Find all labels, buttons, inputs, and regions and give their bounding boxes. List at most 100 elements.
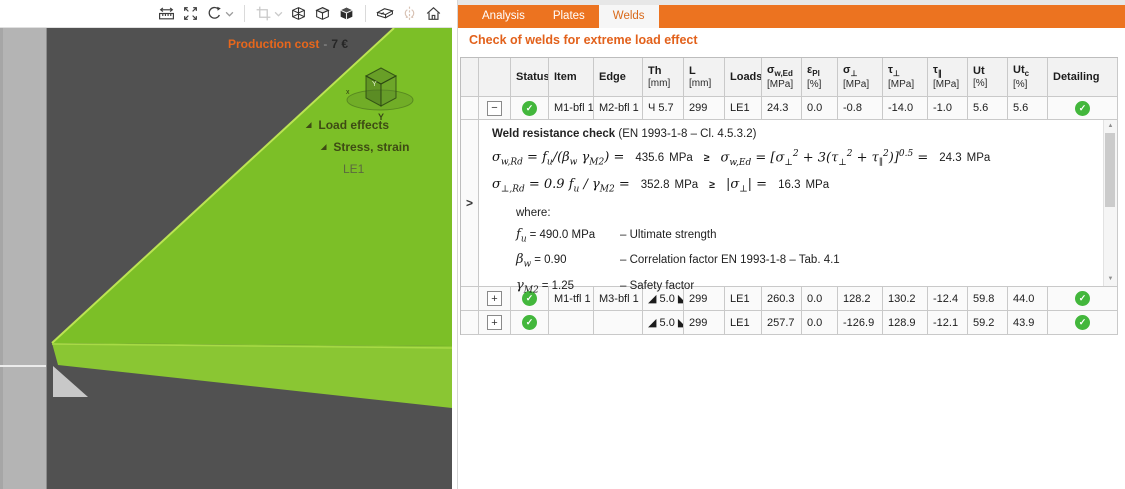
toolbar-separator [365,5,366,22]
table-cell: + [479,287,511,311]
table-cell: 299 [684,311,725,335]
col-header-detailing: Detailing [1048,58,1118,97]
table-cell: 0.0 [802,97,838,120]
table-cell: ✓ [1048,97,1118,120]
production-cost: Production cost-7 € [228,37,348,51]
scroll-up-icon[interactable]: ▲ [1104,120,1117,132]
table-cell: 0.0 [802,311,838,335]
where-label: where: [516,207,1117,219]
table-cell: 257.7 [762,311,802,335]
table-cell [594,311,643,335]
results-panel: Analysis Plates Welds Check of welds for… [457,0,1125,489]
toolbar-separator [244,5,245,22]
solid-cube-icon[interactable] [338,3,355,25]
param-fu: fu= 490.0 MPa – Ultimate strength [516,227,1117,245]
fit-view-icon[interactable] [182,3,199,25]
table-cell: − [479,97,511,120]
page-title: Check of welds for extreme load effect [469,33,698,47]
col-header-tau-perp: τ⊥[MPa] [883,58,928,97]
scrollbar-thumb[interactable] [1105,133,1115,207]
tree-item-le1[interactable]: LE1 [343,158,409,180]
tree-item-label: Stress, strain [333,140,409,154]
rotate-view-icon[interactable] [206,3,234,25]
table-cell: ✓ [511,97,549,120]
detailing-ok-icon: ✓ [1075,315,1090,330]
detailing-ok-icon: ✓ [1075,101,1090,116]
table-cell: ✓ [511,311,549,335]
table-cell: M2-bfl 1 [594,97,643,120]
nav-cube-face-label: Y [372,81,377,88]
detail-row-chevron[interactable]: > [461,120,479,287]
table-cell: + [479,311,511,335]
production-cost-value: 7 € [331,37,348,51]
tree-expander-icon[interactable]: ◢ [321,143,326,151]
status-ok-icon: ✓ [522,315,537,330]
col-header-blank2 [479,58,511,97]
col-header-ut: Ut[%] [968,58,1008,97]
col-header-sigma-perp: σ⊥[MPa] [838,58,883,97]
status-ok-icon: ✓ [522,101,537,116]
3d-viewport[interactable]: Y Y x Production cost-7 € ◢ Load effects… [0,28,452,489]
tree-item-stress-strain[interactable]: ◢ Stress, strain [321,136,409,158]
tree-item-load-effects[interactable]: ◢ Load effects [306,114,409,136]
production-cost-label: Production cost [228,37,319,51]
scroll-down-icon[interactable]: ▼ [1104,273,1117,285]
detail-scrollbar[interactable]: ▲ ▼ [1103,120,1117,286]
table-cell: -12.1 [928,311,968,335]
clip-solid-icon[interactable] [376,3,394,25]
col-header-tau-par: τ∥[MPa] [928,58,968,97]
table-cell: ✓ [1048,311,1118,335]
tree-item-label: Load effects [318,118,389,132]
3d-pane: Y Y x Production cost-7 € ◢ Load effects… [0,0,452,489]
tab-analysis[interactable]: Analysis [468,5,539,28]
table-cell [461,311,479,335]
table-cell: ◢ 5.0 ◣ [643,311,684,335]
table-cell: 5.6 [968,97,1008,120]
home-view-icon[interactable] [425,3,442,25]
collapse-row-button[interactable]: − [487,101,502,116]
weld-resistance-detail: Weld resistance check (EN 1993-1-8 – Cl.… [479,120,1118,287]
nav-cube-axis-x-label: x [346,89,350,96]
param-beta-w: βw= 0.90 – Correlation factor EN 1993-1-… [516,252,1117,270]
col-header-status: Status [511,58,549,97]
tree-item-label: LE1 [343,162,364,176]
production-cost-separator: - [319,37,331,51]
table-cell [549,311,594,335]
wireframe-cube-icon[interactable] [290,3,307,25]
tab-plates[interactable]: Plates [539,5,599,28]
table-cell: 299 [684,97,725,120]
table-cell: LE1 [725,97,762,120]
results-tree: ◢ Load effects ◢ Stress, strain LE1 [306,114,409,180]
col-header-th: Th[mm] [643,58,684,97]
weld-check-table: Status Item Edge Th[mm] L[mm] Loads σw,E… [460,57,1118,335]
table-cell: 59.2 [968,311,1008,335]
table-cell: Ч 5.7 [643,97,684,120]
table-cell: -1.0 [928,97,968,120]
col-header-utc: Utc[%] [1008,58,1048,97]
table-cell: -0.8 [838,97,883,120]
table-cell [461,287,479,311]
tree-expander-icon[interactable]: ◢ [306,121,311,129]
col-header-edge: Edge [594,58,643,97]
expand-row-button[interactable]: + [487,315,502,330]
table-cell: -126.9 [838,311,883,335]
formula-sigma-w: σw,Rd = fu/(βw γM2) = 435.6MPa ≥ σw,Ed =… [492,149,1117,168]
expand-row-button[interactable]: + [487,291,502,306]
col-header-l: L[mm] [684,58,725,97]
param-gamma-m2: γM2= 1.25 – Safety factor [516,278,1117,296]
mirror-icon[interactable] [401,3,418,25]
table-cell: 128.9 [883,311,928,335]
chevron-down-icon [274,11,283,17]
tab-welds[interactable]: Welds [599,5,659,28]
results-tabbar: Analysis Plates Welds [458,5,1125,28]
detail-heading: Weld resistance check (EN 1993-1-8 – Cl.… [492,128,1117,140]
shaded-cube-icon[interactable] [314,3,331,25]
col-header-eps-pl: εPl[%] [802,58,838,97]
table-cell: 24.3 [762,97,802,120]
measure-icon[interactable] [158,3,175,25]
col-header-blank1 [461,58,479,97]
gray-column-member[interactable] [0,28,46,489]
formula-sigma-perp: σ⊥,Rd = 0.9 fu / γM2 = 352.8MPa ≥ |σ⊥| =… [492,177,1117,195]
table-cell: 5.6 [1008,97,1048,120]
section-cut-icon[interactable] [255,3,283,25]
